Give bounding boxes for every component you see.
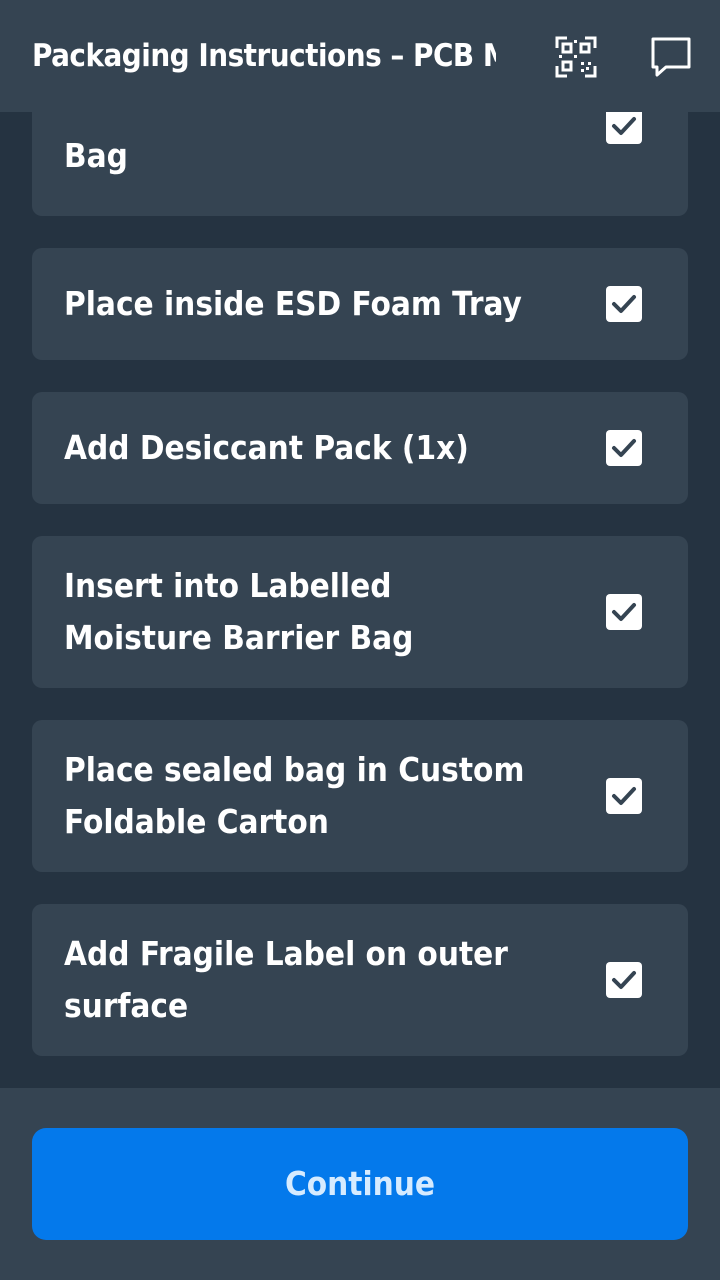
- step-label: Insert into Labelled Moisture Barrier Ba…: [64, 566, 414, 657]
- step-card-desiccant[interactable]: Add Desiccant Pack (1x): [32, 392, 688, 504]
- page-title: Packaging Instructions – PCB Module: [32, 38, 496, 74]
- continue-button[interactable]: Continue: [32, 1128, 688, 1240]
- step-label: Add Desiccant Pack (1x): [64, 428, 469, 467]
- step-label: Place inside ESD Foam Tray: [64, 284, 522, 323]
- chat-icon[interactable]: [650, 36, 692, 78]
- step-card-bag[interactable]: Bag: [32, 112, 688, 216]
- step-card-foam-tray[interactable]: Place inside ESD Foam Tray: [32, 248, 688, 360]
- qr-code-icon[interactable]: [555, 36, 597, 78]
- step-label: Bag: [64, 136, 128, 175]
- step-card-moisture-bag[interactable]: Insert into Labelled Moisture Barrier Ba…: [32, 536, 688, 688]
- checkbox-checked[interactable]: [606, 594, 642, 630]
- checkbox-checked[interactable]: [606, 962, 642, 998]
- step-label: Place sealed bag in Custom Foldable Cart…: [64, 750, 525, 841]
- app-bar: Packaging Instructions – PCB Module: [0, 0, 720, 112]
- step-list[interactable]: Bag Place inside ESD Foam Tray Add Desic…: [0, 112, 720, 1088]
- checkbox-checked[interactable]: [606, 430, 642, 466]
- step-card-fragile-label[interactable]: Add Fragile Label on outer surface: [32, 904, 688, 1056]
- bottom-action-bar: Continue: [0, 1088, 720, 1280]
- step-card-carton[interactable]: Place sealed bag in Custom Foldable Cart…: [32, 720, 688, 872]
- step-label: Add Fragile Label on outer surface: [64, 934, 508, 1025]
- checkbox-checked[interactable]: [606, 778, 642, 814]
- checkbox-checked[interactable]: [606, 112, 642, 144]
- checkbox-checked[interactable]: [606, 286, 642, 322]
